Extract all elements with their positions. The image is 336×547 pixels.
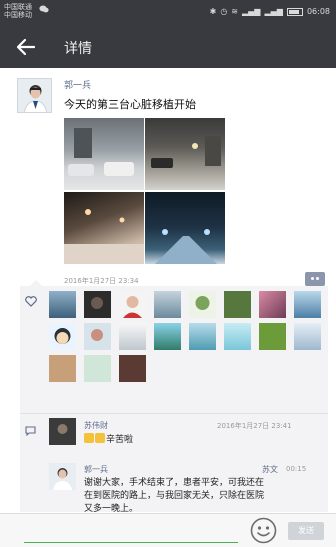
like-avatar[interactable] xyxy=(119,291,146,318)
like-avatar[interactable] xyxy=(49,323,76,350)
send-button[interactable]: 发送 xyxy=(288,522,324,540)
comment-input[interactable] xyxy=(24,517,238,543)
comment-author[interactable]: 郭一兵 xyxy=(84,464,108,475)
like-avatar[interactable] xyxy=(84,323,111,350)
photo-grid xyxy=(64,118,225,264)
like-avatar[interactable] xyxy=(119,355,146,382)
bluetooth-icon: ✱ xyxy=(209,7,217,16)
like-avatar[interactable] xyxy=(84,291,111,318)
signal-2-icon: ▂▄▆ xyxy=(264,7,283,16)
carrier-1: 中国联通 xyxy=(4,3,32,11)
comment-text: 谢谢大家，手术结束了，患者平安，可我还在 在到医院的路上，与我回家无关，只除在医… xyxy=(84,478,265,514)
post-photo-1[interactable] xyxy=(64,118,144,190)
like-avatar[interactable] xyxy=(189,291,216,318)
title-bar: 详情 xyxy=(0,26,336,68)
like-avatar[interactable] xyxy=(189,323,216,350)
like-avatar[interactable] xyxy=(154,323,181,350)
status-icons: ✱ ◷ ≋ ▂▄▆ ▂▄▆ 06:08 xyxy=(210,7,330,16)
author-avatar[interactable] xyxy=(17,78,52,113)
wifi-icon: ≋ xyxy=(231,7,238,16)
post-photo-2[interactable] xyxy=(145,118,225,190)
like-avatar[interactable] xyxy=(224,323,251,350)
comment-menu-button[interactable] xyxy=(305,272,325,286)
back-arrow-icon[interactable] xyxy=(14,36,38,58)
battery-icon xyxy=(286,7,303,16)
like-avatar[interactable] xyxy=(49,355,76,382)
like-avatar[interactable] xyxy=(224,291,251,318)
comment-time: 2016年1月27日 23:41 xyxy=(217,422,292,430)
comment-text: 辛苦啦 xyxy=(84,433,133,447)
carrier-info: 中国联通 中国移动 xyxy=(4,3,32,19)
status-time: 06:08 xyxy=(306,7,330,16)
like-avatar[interactable] xyxy=(84,355,111,382)
page-title: 详情 xyxy=(64,41,92,57)
comment-author[interactable]: 苏伟财 xyxy=(84,420,108,431)
wechat-notification-icon xyxy=(39,5,49,13)
like-avatar[interactable] xyxy=(119,323,146,350)
post-photo-4[interactable] xyxy=(145,192,225,264)
post-author-name[interactable]: 郭一兵 xyxy=(64,78,91,91)
post-text: 今天的第三台心脏移植开始 xyxy=(64,98,196,111)
post-photo-3[interactable] xyxy=(64,192,144,264)
signal-1-icon: ▂▄▆ xyxy=(242,7,261,16)
status-bar: 中国联通 中国移动 ✱ ◷ ≋ ▂▄▆ ▂▄▆ 06:08 xyxy=(0,0,336,26)
panel-divider xyxy=(20,413,328,414)
carrier-2: 中国移动 xyxy=(4,11,32,19)
comment-reply-to[interactable]: 苏文 xyxy=(262,464,278,475)
emoji-icon[interactable] xyxy=(250,517,277,544)
commenter-avatar[interactable] xyxy=(49,463,76,490)
comment-icon xyxy=(25,426,36,436)
like-avatar[interactable] xyxy=(294,291,321,318)
like-avatar[interactable] xyxy=(49,291,76,318)
thumbs-up-icon xyxy=(84,433,94,443)
like-avatar[interactable] xyxy=(259,291,286,318)
post-timestamp: 2016年1月27日 23:34 xyxy=(64,277,139,285)
like-avatar[interactable] xyxy=(294,323,321,350)
commenter-avatar[interactable] xyxy=(49,418,76,445)
like-avatar[interactable] xyxy=(259,323,286,350)
alarm-icon: ◷ xyxy=(220,7,228,16)
like-avatar[interactable] xyxy=(154,291,181,318)
thumbs-up-icon xyxy=(95,433,105,443)
input-bar: 发送 xyxy=(0,513,336,547)
heart-icon xyxy=(25,296,37,307)
comment-time: 00:15 xyxy=(286,465,307,473)
